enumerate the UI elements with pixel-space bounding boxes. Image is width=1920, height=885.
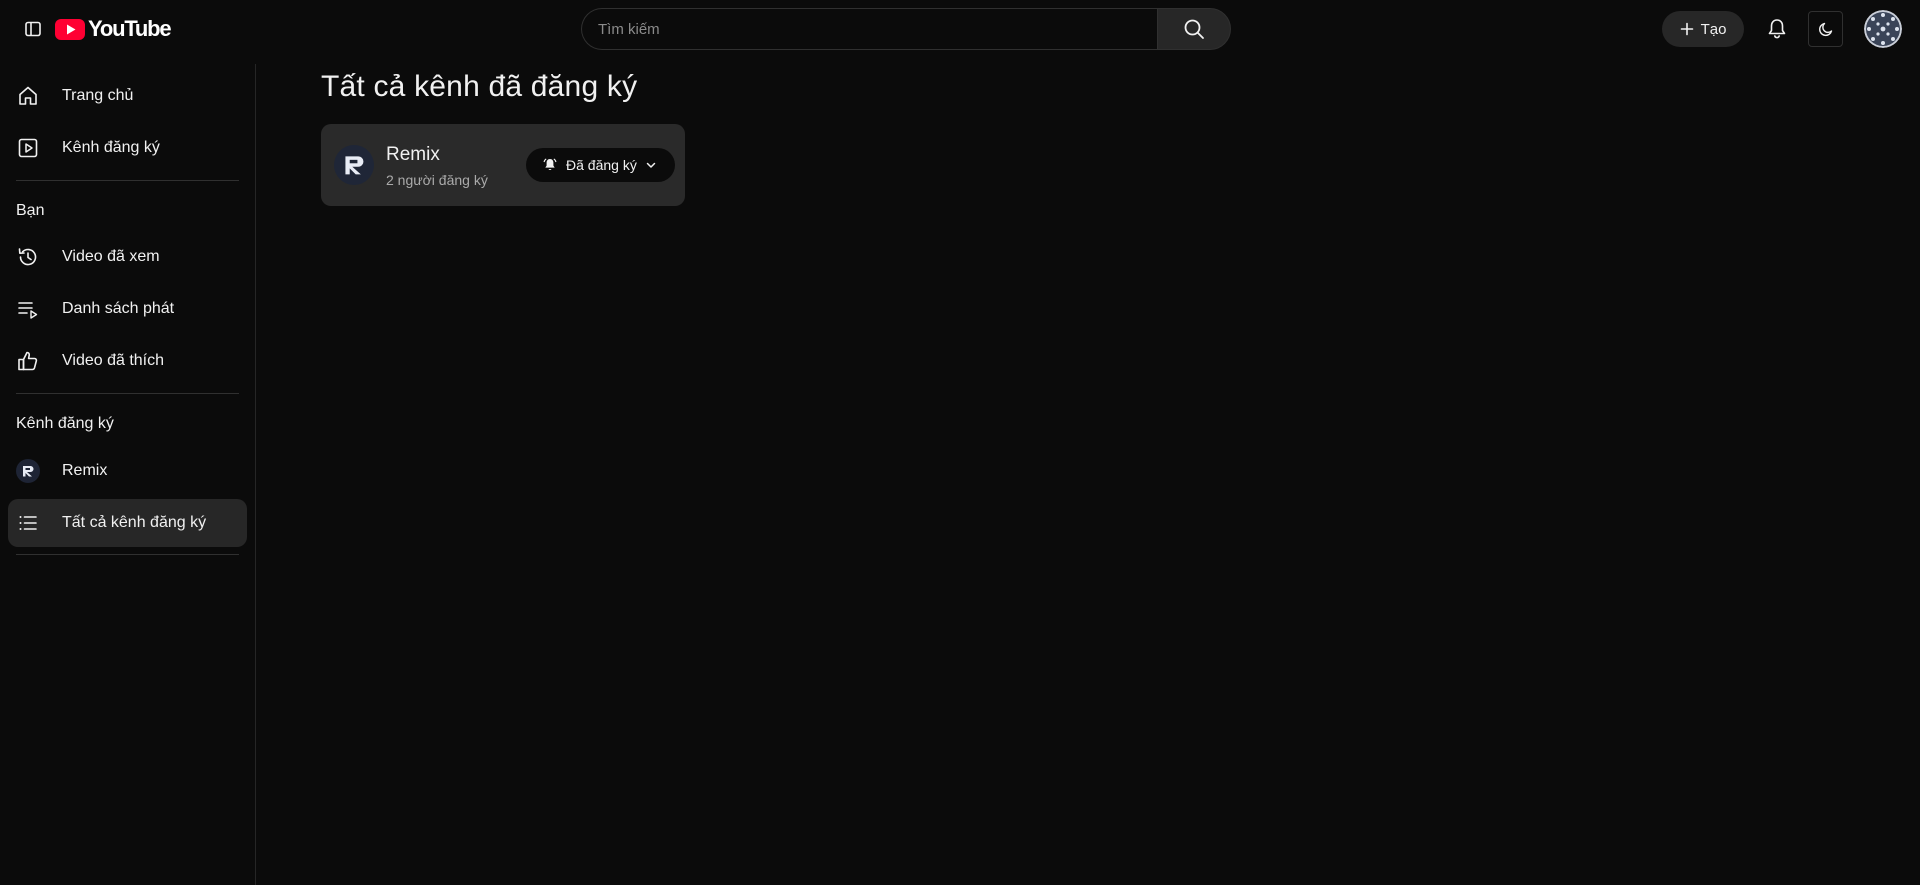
sidebar-divider (16, 180, 239, 181)
like-icon (16, 349, 40, 373)
subscribed-label: Đã đăng ký (566, 157, 637, 173)
subscriptions-icon (16, 136, 40, 160)
sidebar: Trang chủ Kênh đăng ký Bạn Video đã xem (0, 64, 256, 885)
search-button[interactable] (1157, 8, 1231, 50)
subscribed-button[interactable]: Đã đăng ký (526, 148, 675, 182)
channel-subscriber-count: 2 người đăng ký (386, 172, 488, 188)
sidebar-divider (16, 393, 239, 394)
search-bar (581, 8, 1231, 50)
avatar-image (1864, 10, 1902, 48)
sidebar-item-label: Danh sách phát (62, 300, 175, 317)
remix-logo-icon (345, 156, 364, 175)
sidebar-item-home[interactable]: Trang chủ (8, 72, 247, 120)
home-icon (16, 84, 40, 108)
sidebar-item-label: Kênh đăng ký (62, 139, 160, 156)
sidebar-item-label: Trang chủ (62, 87, 134, 104)
page-title: Tất cả kênh đã đăng ký (321, 70, 638, 103)
youtube-play-icon (55, 18, 85, 40)
logo-text: YouTube (88, 16, 172, 41)
sidebar-divider (16, 554, 239, 555)
sidebar-item-label: Tất cả kênh đăng ký (62, 514, 207, 531)
top-bar: YouTube Tạo (0, 0, 1920, 58)
section-title-you: Bạn (16, 202, 45, 219)
sidebar-item-history[interactable]: Video đã xem (8, 233, 247, 281)
sidebar-item-channel-remix[interactable]: Remix (8, 447, 247, 495)
moon-icon (1818, 22, 1832, 37)
plus-icon (1680, 22, 1693, 36)
chevron-down-icon (646, 162, 656, 168)
playlist-icon (16, 297, 40, 321)
sidebar-item-subscriptions[interactable]: Kênh đăng ký (8, 124, 247, 172)
section-title-subscriptions: Kênh đăng ký (16, 415, 114, 432)
remix-logo-icon (23, 466, 34, 477)
bell-icon (1768, 19, 1786, 39)
sidebar-item-label: Video đã thích (62, 352, 165, 369)
sidebar-item-playlists[interactable]: Danh sách phát (8, 285, 247, 333)
channel-card[interactable]: Remix 2 người đăng ký Đã đăng ký (321, 124, 685, 206)
sidebar-item-label: Video đã xem (62, 248, 160, 265)
bell-ringing-icon (543, 158, 557, 171)
create-label: Tạo (1700, 20, 1727, 38)
channel-avatar (16, 459, 40, 483)
theme-toggle-button[interactable] (1808, 11, 1843, 47)
sidebar-toggle-icon (25, 21, 41, 37)
list-icon (16, 511, 40, 535)
sidebar-item-all-subscriptions[interactable]: Tất cả kênh đăng ký (8, 499, 247, 547)
sidebar-toggle-button[interactable] (20, 16, 46, 42)
create-button[interactable]: Tạo (1662, 11, 1744, 47)
history-icon (16, 245, 40, 269)
search-icon (1184, 19, 1204, 39)
search-input[interactable] (581, 8, 1157, 50)
sidebar-item-liked-videos[interactable]: Video đã thích (8, 337, 247, 385)
channel-avatar[interactable] (334, 145, 374, 185)
notifications-button[interactable] (1762, 14, 1792, 44)
youtube-logo[interactable]: YouTube (55, 16, 172, 42)
account-avatar[interactable] (1864, 10, 1902, 48)
channel-name[interactable]: Remix (386, 144, 440, 166)
sidebar-item-label: Remix (62, 462, 108, 479)
